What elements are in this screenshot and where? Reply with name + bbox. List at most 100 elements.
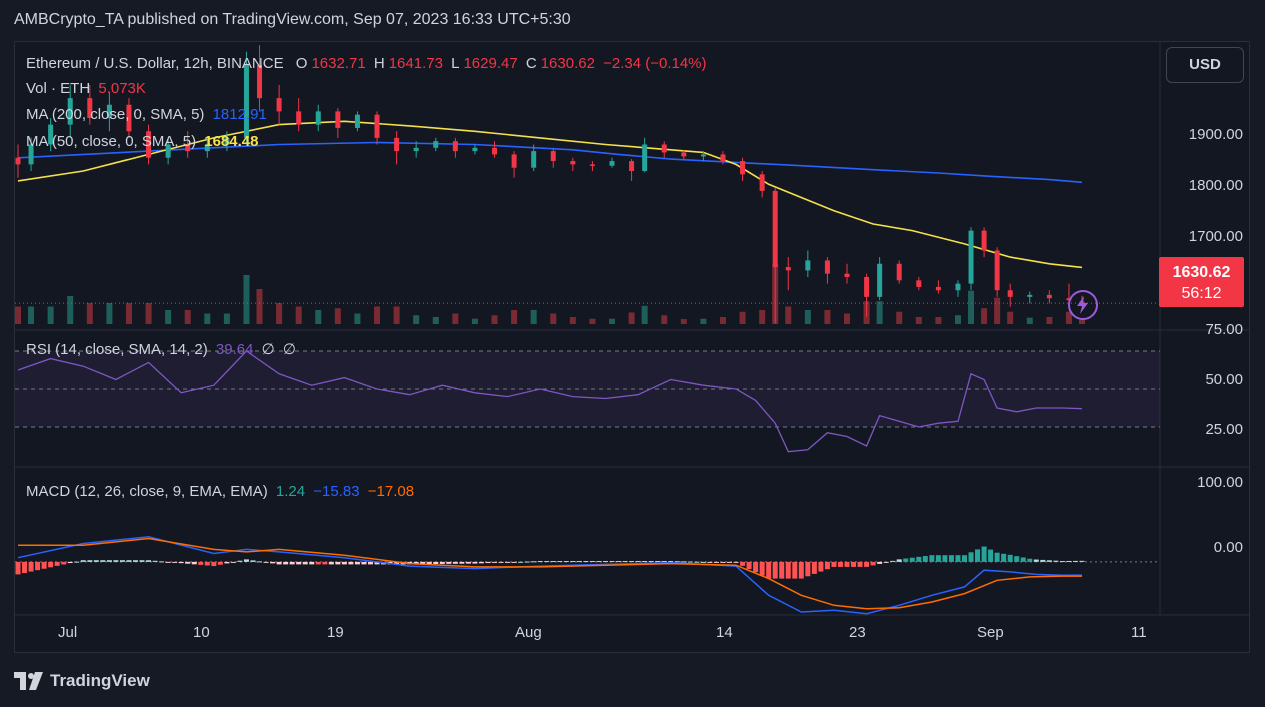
volume-legend[interactable]: Vol · ETH 5.073K — [26, 80, 150, 97]
macd-histogram-bar — [1014, 556, 1020, 562]
rsi-tick: 50.00 — [1205, 371, 1243, 388]
rsi-tick: 25.00 — [1205, 421, 1243, 438]
volume-bar — [954, 315, 961, 324]
candle-body — [1027, 294, 1033, 297]
last-price-tag: 1630.62 56:12 — [1159, 257, 1244, 307]
macd-histogram-bar — [67, 561, 73, 564]
macd-histogram-bar — [113, 560, 119, 562]
macd-histogram-bar — [622, 561, 628, 563]
candle-body — [452, 141, 458, 152]
candle-body — [276, 98, 282, 112]
macd-histogram-bar — [922, 556, 928, 562]
time-tick: 10 — [193, 624, 210, 641]
candle-body — [844, 273, 850, 277]
low-label: L — [451, 55, 460, 72]
rsi-legend[interactable]: RSI (14, close, SMA, 14, 2) 39.64 ∅ ∅ — [26, 340, 300, 358]
close-value: 1630.62 — [540, 55, 595, 72]
volume-bar — [994, 297, 1001, 324]
volume-bar — [491, 315, 498, 324]
ma50-legend[interactable]: MA (50, close, 0, SMA, 5) 1684.48 — [26, 133, 262, 150]
volume-bar — [145, 303, 152, 324]
candle-body — [472, 147, 478, 152]
volume-bar — [759, 310, 766, 324]
candle-body — [1046, 294, 1052, 299]
candle-body — [354, 114, 360, 128]
macd-histogram-bar — [570, 561, 576, 563]
macd-histogram-bar — [550, 561, 556, 563]
macd-histogram-bar — [766, 561, 772, 579]
volume-bar — [374, 306, 381, 324]
macd-histogram-bar — [962, 555, 968, 562]
symbol-title[interactable]: Ethereum / U.S. Dollar, 12h, BINANCE — [26, 55, 284, 72]
ma200-legend[interactable]: MA (200, close, 0, SMA, 5) 1812.91 — [26, 106, 271, 123]
macd-histogram-bar — [857, 561, 863, 567]
macd-histogram-bar — [1033, 559, 1039, 562]
candle-body — [740, 161, 746, 175]
macd-histogram-bar — [328, 561, 334, 565]
change-value: −2.34 (−0.14%) — [603, 55, 707, 72]
macd-legend[interactable]: MACD (12, 26, close, 9, EMA, EMA) 1.24 −… — [26, 483, 418, 500]
volume-bar — [680, 319, 687, 324]
candle-body — [629, 161, 635, 171]
macd-histogram-bar — [41, 561, 47, 569]
macd-histogram-bar — [824, 561, 830, 570]
rsi-empty-1: ∅ — [261, 341, 275, 358]
macd-histogram-bar — [354, 561, 360, 565]
candle-body — [550, 151, 556, 162]
macd-histogram-bar — [733, 561, 739, 563]
tradingview-branding[interactable]: TradingView — [14, 671, 150, 691]
macd-histogram-bar — [648, 561, 654, 563]
macd-histogram-bar — [557, 561, 563, 563]
macd-histogram-bar — [877, 561, 883, 564]
volume-bar — [184, 310, 191, 324]
macd-histogram-bar — [335, 561, 341, 565]
candle-body — [772, 190, 778, 268]
macd-histogram-bar — [361, 561, 367, 565]
macd-histogram-bar — [185, 561, 191, 564]
macd-histogram-bar — [851, 561, 857, 567]
macd-histogram-bar — [178, 561, 184, 564]
macd-histogram-bar — [74, 561, 80, 563]
macd-histogram-bar — [152, 560, 158, 562]
candle-body — [531, 151, 537, 168]
macd-histogram-bar — [896, 559, 902, 562]
macd-histogram-bar — [217, 561, 223, 565]
macd-histogram-bar — [93, 560, 99, 562]
macd-histogram-bar — [929, 555, 935, 562]
footer-brand: TradingView — [50, 671, 150, 690]
macd-histogram-bar — [1059, 561, 1065, 563]
tradingview-logo-icon — [14, 672, 43, 690]
currency-button[interactable]: USD — [1166, 47, 1244, 83]
macd-histogram-bar — [1020, 557, 1026, 562]
macd-histogram-bar — [433, 561, 439, 565]
macd-histogram-bar — [883, 561, 889, 563]
macd-histogram-bar — [655, 561, 661, 563]
macd-histogram-bar — [518, 561, 524, 563]
symbol-legend: Ethereum / U.S. Dollar, 12h, BINANCE O 16… — [26, 55, 711, 72]
macd-histogram-bar — [772, 561, 778, 579]
candle-body — [955, 283, 961, 291]
ma50-label: MA (50, close, 0, SMA, 5) — [26, 133, 197, 150]
ma50-value: 1684.48 — [204, 133, 259, 150]
macd-histogram-bar — [257, 561, 263, 563]
macd-histogram-bar — [315, 561, 321, 565]
macd-histogram-bar — [576, 561, 582, 563]
volume-bar — [628, 312, 635, 324]
macd-histogram-bar — [61, 561, 67, 565]
lightning-icon[interactable] — [1068, 290, 1098, 320]
candle-body — [642, 144, 648, 171]
price-tick: 1700.00 — [1188, 228, 1243, 245]
macd-histogram-bar — [1007, 554, 1013, 562]
volume-bar — [844, 313, 851, 324]
macd-histogram-bar — [270, 561, 276, 564]
candle-body — [492, 147, 498, 155]
candle-body — [433, 141, 439, 148]
macd-tick: 100.00 — [1197, 474, 1243, 491]
macd-histogram-bar — [22, 561, 28, 573]
macd-histogram-bar — [54, 561, 60, 566]
candle-body — [994, 250, 1000, 291]
macd-histogram-bar — [531, 561, 537, 563]
volume-bar — [896, 311, 903, 324]
low-value: 1629.47 — [463, 55, 518, 72]
time-tick: 19 — [327, 624, 344, 641]
